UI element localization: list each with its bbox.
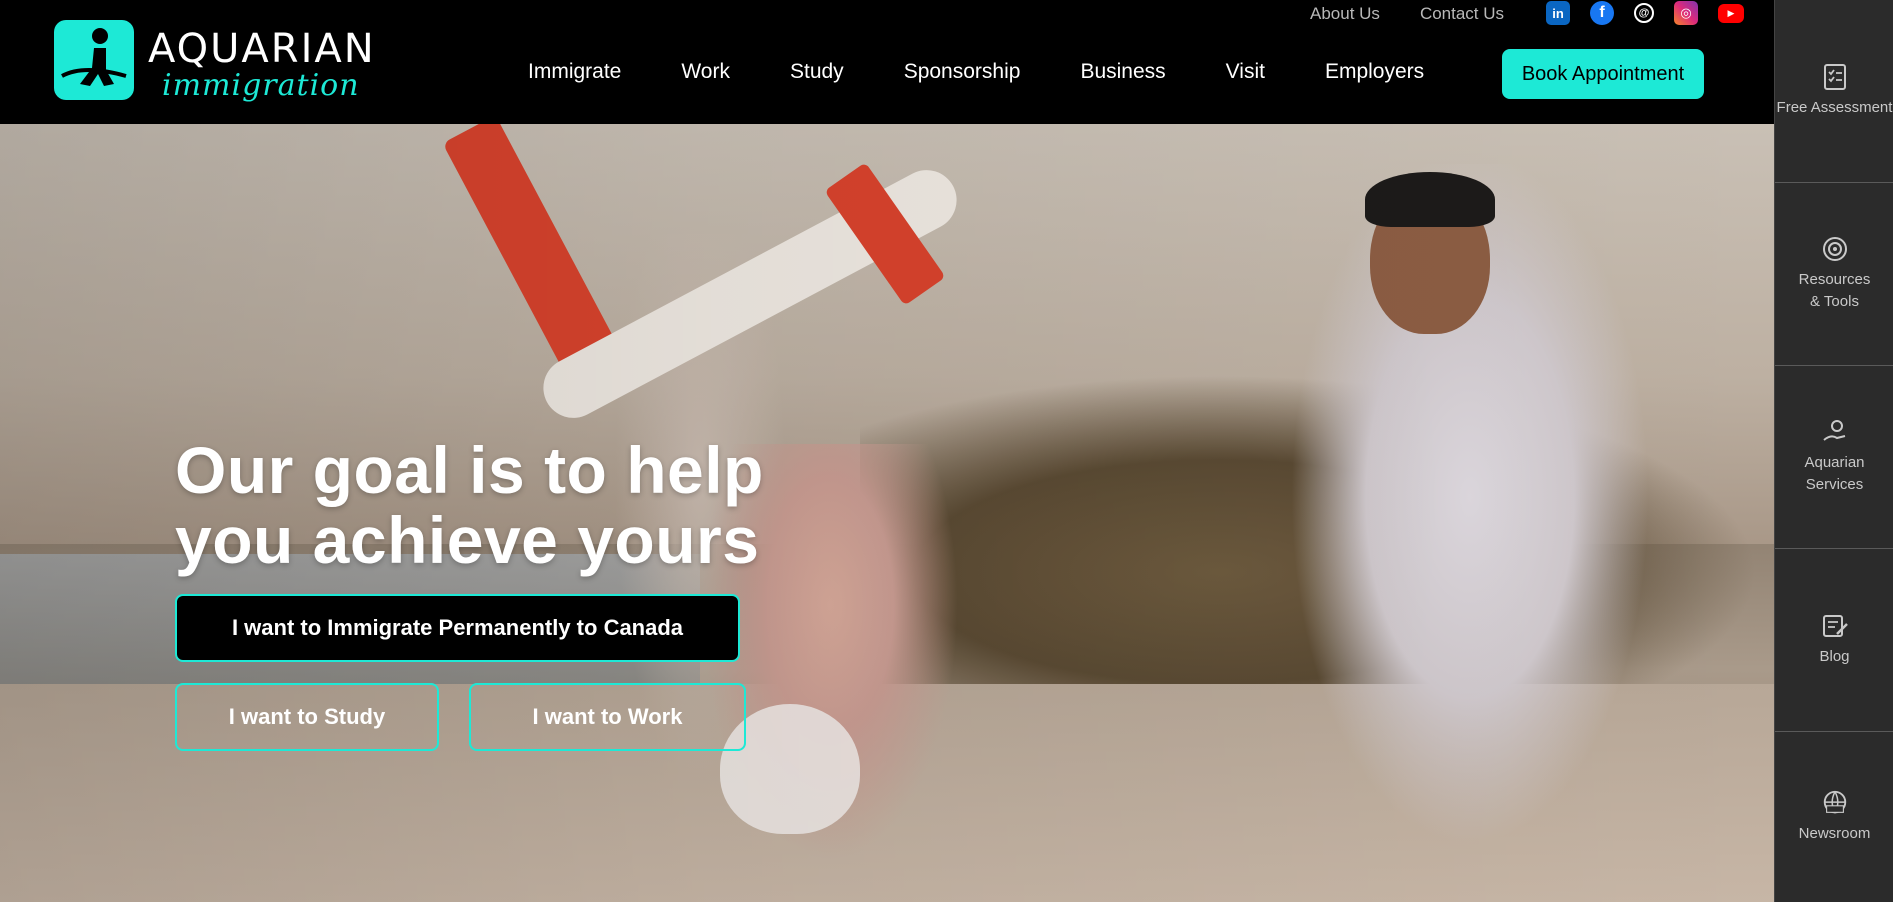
aquarian-logo[interactable]: AQUARIAN immigration [54,18,374,114]
sidebar-item-blog[interactable]: Blog [1775,549,1893,732]
sidebar-label: Newsroom [1798,825,1871,842]
headline-line-1: Our goal is to help [175,433,764,507]
sidebar-label: Free Assessment [1776,99,1893,116]
nav-business[interactable]: Business [1080,60,1165,84]
sidebar-item-free-assessment[interactable]: Free Assessment [1775,0,1893,183]
globe-news-icon [1821,789,1849,817]
youtube-icon[interactable]: ▶ [1718,3,1744,23]
about-us-link[interactable]: About Us [1310,4,1380,24]
instagram-icon[interactable]: ◎ [1674,1,1698,25]
threads-icon[interactable]: @ [1634,3,1654,23]
book-appointment-button[interactable]: Book Appointment [1502,49,1704,99]
main-nav: Immigrate Work Study Sponsorship Busines… [528,60,1484,84]
hand-gear-icon [1821,418,1849,446]
facebook-icon[interactable]: f [1590,1,1614,25]
checklist-icon [1821,63,1849,91]
linkedin-icon[interactable]: in [1546,1,1570,25]
sidebar-label: Aquarian Services [1804,454,1865,493]
headline-line-2: you achieve yours [175,503,760,577]
sidebar-label: Blog [1819,648,1850,665]
nav-work[interactable]: Work [681,60,730,84]
contact-us-link[interactable]: Contact Us [1420,4,1504,24]
sidebar-item-resources-tools[interactable]: Resources & Tools [1775,183,1893,366]
social-links: in f @ ◎ ▶ [1546,1,1744,25]
nav-visit[interactable]: Visit [1226,60,1265,84]
immigrate-permanently-button[interactable]: I want to Immigrate Permanently to Canad… [175,594,740,662]
nav-employers[interactable]: Employers [1325,60,1424,84]
edit-note-icon [1821,612,1849,640]
sidebar-item-newsroom[interactable]: Newsroom [1775,732,1893,902]
work-button[interactable]: I want to Work [469,683,746,751]
sidebar-item-aquarian-services[interactable]: Aquarian Services [1775,366,1893,549]
logo-mark-icon [54,20,134,100]
hero-headline: Our goal is to help you achieve yours [175,435,764,575]
right-sidebar: Free Assessment Resources & Tools Aquari… [1774,0,1893,902]
nav-study[interactable]: Study [790,60,844,84]
target-icon [1821,235,1849,263]
nav-sponsorship[interactable]: Sponsorship [904,60,1021,84]
sidebar-label: Resources & Tools [1798,271,1871,310]
logo-wordmark: AQUARIAN [148,26,376,72]
site-header: AQUARIAN immigration About Us Contact Us… [0,0,1774,124]
study-button[interactable]: I want to Study [175,683,439,751]
logo-script: immigration [162,68,360,103]
top-links: About Us Contact Us [1310,4,1504,24]
nav-immigrate[interactable]: Immigrate [528,60,621,84]
